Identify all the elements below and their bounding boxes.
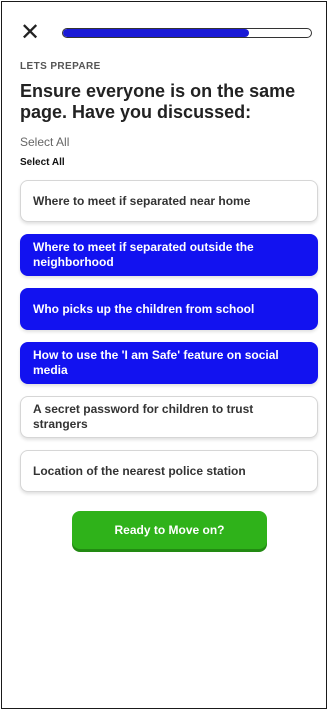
select-all-button[interactable]: Select All [20,157,65,168]
progress-fill [63,29,249,37]
select-all-link[interactable]: Select All [20,135,69,149]
option-label: How to use the 'I am Safe' feature on so… [33,348,279,377]
option-label: Who picks up the children from school [33,301,255,316]
option-meet-outside-neighborhood[interactable]: Where to meet if separated outside the n… [20,234,318,276]
option-school-pickup[interactable]: Who picks up the children from school [20,288,318,330]
option-i-am-safe-feature[interactable]: How to use the 'I am Safe' feature on so… [20,342,318,384]
top-bar: ✕ [20,20,315,46]
section-eyebrow: LETS PREPARE [20,61,101,72]
option-secret-password[interactable]: A secret password for children to trust … [20,396,318,438]
option-label: Location of the nearest police station [33,463,246,478]
option-label: A secret password for children to trust … [33,402,254,431]
ready-to-move-on-button[interactable]: Ready to Move on? [72,511,267,549]
close-icon[interactable]: ✕ [20,20,42,44]
page-title: Ensure everyone is on the same page. Hav… [20,81,296,122]
progress-bar [62,28,312,38]
option-meet-near-home[interactable]: Where to meet if separated near home [20,180,318,222]
option-police-station[interactable]: Location of the nearest police station [20,450,318,492]
option-label: Where to meet if separated near home [33,193,251,208]
option-label: Where to meet if separated outside the n… [33,240,254,269]
